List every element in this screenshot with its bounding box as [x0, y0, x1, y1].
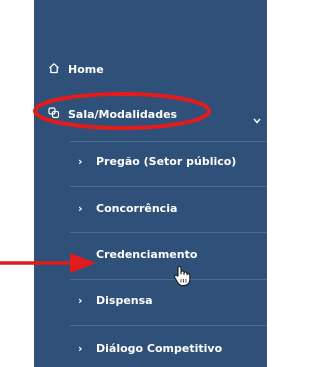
arrow-icon — [0, 253, 96, 273]
sidebar-subitem-concorrencia[interactable]: › Concorrência — [78, 199, 311, 217]
divider — [70, 232, 267, 233]
highlight-ellipse — [33, 92, 211, 130]
chevron-right-icon: › — [78, 154, 83, 168]
sidebar-subitem-label: Diálogo Competitivo — [96, 341, 223, 355]
sidebar-subitem-credenciamento[interactable]: Credenciamento — [78, 245, 311, 263]
divider — [70, 279, 267, 280]
divider — [70, 141, 267, 142]
home-icon — [48, 62, 60, 77]
sidebar-subitem-dispensa[interactable]: › Dispensa — [78, 291, 311, 309]
divider — [70, 186, 267, 187]
sidebar-subitem-label: Concorrência — [96, 201, 178, 215]
sidebar-item-label: Home — [68, 62, 104, 76]
hand-cursor-icon — [173, 266, 191, 287]
chevron-down-icon[interactable] — [253, 109, 261, 128]
sidebar-subitem-label: Dispensa — [96, 293, 153, 307]
chevron-right-icon: › — [78, 201, 83, 215]
sidebar-subitem-pregao[interactable]: › Pregão (Setor público) — [78, 152, 311, 170]
chevron-right-icon: › — [78, 293, 83, 307]
sidebar-subitem-dialogo-competitivo[interactable]: › Diálogo Competitivo — [78, 339, 311, 357]
chevron-right-icon: › — [78, 341, 83, 355]
sidebar-subitem-label: Credenciamento — [96, 247, 198, 261]
sidebar-subitem-label: Pregão (Setor público) — [96, 154, 237, 168]
sidebar-item-home[interactable]: Home — [48, 60, 281, 78]
sidebar: Home Sala/Modalidades › Pregão (Setor pú… — [34, 0, 267, 367]
divider — [70, 325, 267, 326]
